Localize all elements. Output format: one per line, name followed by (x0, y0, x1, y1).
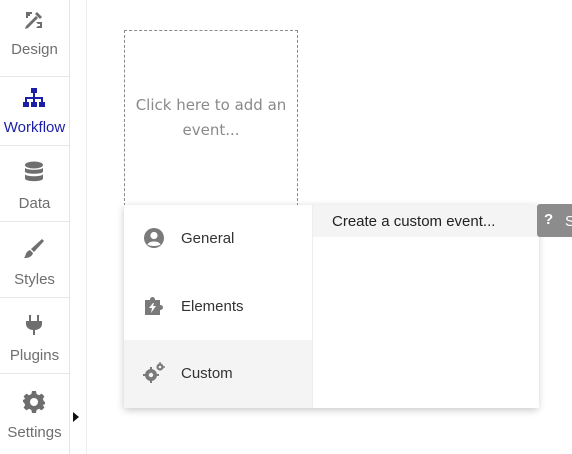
gears-icon (143, 362, 165, 383)
sidebar-item-design[interactable]: Design (0, 0, 69, 77)
sidebar-item-data[interactable]: Data (0, 145, 69, 222)
question-mark-icon: ? (544, 211, 554, 228)
event-category-custom[interactable]: Custom (124, 340, 312, 408)
sidebar-item-label: Settings (7, 424, 62, 441)
sidebar-item-workflow[interactable]: Workflow (0, 69, 69, 146)
sidebar-item-styles[interactable]: Styles (0, 221, 69, 298)
brush-icon (24, 239, 44, 258)
workflow-icon (23, 88, 45, 107)
event-category-general[interactable]: General (124, 205, 312, 273)
design-icon (25, 12, 42, 29)
sidebar-item-plugins[interactable]: Plugins (0, 297, 69, 374)
event-category-label: Custom (181, 365, 233, 382)
puzzle-lightning-icon (145, 297, 163, 315)
add-event-placeholder[interactable]: Click here to add an event... (124, 30, 298, 206)
event-category-elements[interactable]: Elements (124, 273, 312, 341)
add-event-text: Click here to add an event... (135, 96, 287, 139)
user-circle-icon (144, 228, 164, 248)
sidebar-item-label: Workflow (3, 119, 66, 136)
expand-panel-arrow-icon[interactable] (73, 412, 79, 422)
left-sidebar: Design Workflow Data Styles Plugins Sett… (0, 0, 70, 454)
help-tab[interactable]: ? S (537, 204, 572, 237)
gear-icon (23, 391, 45, 413)
sidebar-item-label: Styles (14, 271, 55, 288)
panel-gutter (70, 0, 87, 454)
sidebar-item-settings[interactable]: Settings (0, 373, 69, 449)
event-category-list: General Elements Custom (124, 205, 312, 408)
database-icon (25, 161, 43, 182)
event-type-menu: General Elements Custom Create a custom … (124, 205, 539, 408)
event-submenu: Create a custom event... (312, 205, 539, 408)
help-tab-label: S (565, 213, 572, 230)
sidebar-item-label: Design (11, 41, 58, 58)
create-custom-event-item[interactable]: Create a custom event... (313, 205, 539, 237)
create-custom-event-label: Create a custom event... (332, 213, 496, 230)
event-category-label: General (181, 230, 235, 247)
event-category-label: Elements (181, 298, 244, 315)
sidebar-item-label: Plugins (9, 347, 60, 364)
plug-icon (26, 315, 42, 335)
sidebar-item-label: Data (18, 195, 51, 212)
